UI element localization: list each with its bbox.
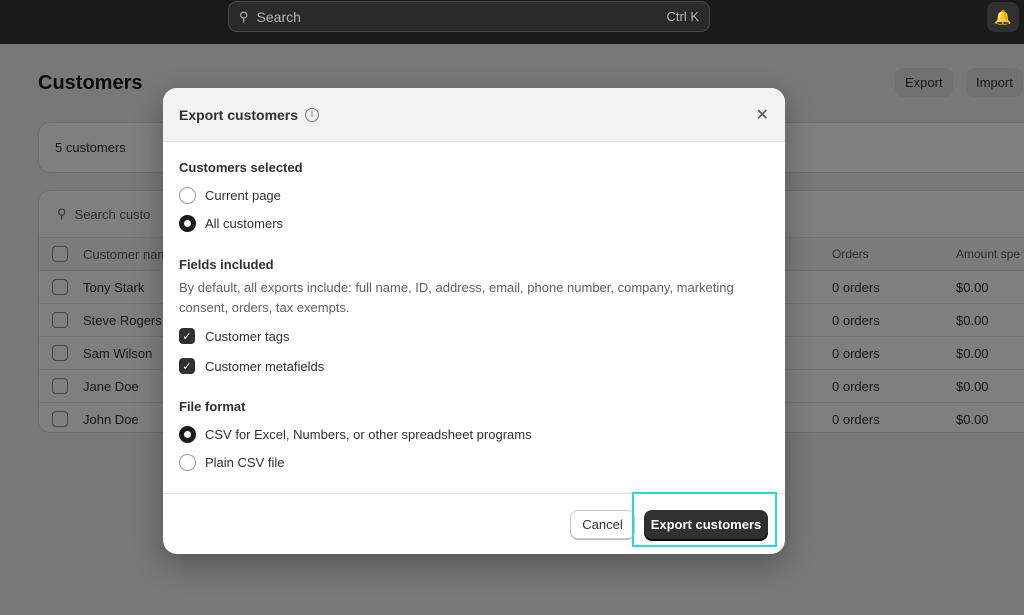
file-format-heading: File format	[179, 399, 246, 414]
bell-icon[interactable]: 🔔	[987, 2, 1019, 32]
radio-selected-icon[interactable]	[179, 426, 196, 443]
customers-selected-heading: Customers selected	[179, 160, 303, 175]
radio-label: All customers	[205, 216, 284, 231]
info-icon[interactable]: i	[305, 107, 320, 122]
checkbox-label: Customer metafields	[205, 358, 325, 374]
checkmark-icon[interactable]: ✓	[179, 328, 195, 344]
dialog-title: Export customers	[179, 106, 299, 123]
highlight-box	[632, 492, 777, 547]
cancel-button[interactable]: Cancel	[570, 510, 635, 539]
search-placeholder: Search	[256, 8, 301, 25]
fields-description: By default, all exports include: full na…	[179, 280, 734, 315]
global-search[interactable]: ⚲ Search Ctrl K	[228, 1, 710, 32]
radio-current-page[interactable]: Current page	[179, 187, 281, 204]
radio-icon[interactable]	[179, 454, 196, 471]
search-icon: ⚲	[239, 8, 249, 24]
close-icon[interactable]: ✕	[756, 105, 769, 125]
radio-all-customers[interactable]: All customers	[179, 215, 283, 232]
radio-label: CSV for Excel, Numbers, or other spreads…	[205, 427, 532, 442]
dialog-header: Export customers i ✕	[163, 88, 785, 142]
radio-label: Current page	[205, 188, 281, 203]
radio-plain-csv[interactable]: Plain CSV file	[179, 454, 284, 471]
radio-csv-excel[interactable]: CSV for Excel, Numbers, or other spreads…	[179, 426, 532, 443]
checkbox-customer-metafields[interactable]: ✓ Customer metafields	[179, 358, 324, 374]
checkbox-label: Customer tags	[205, 328, 290, 344]
radio-selected-icon[interactable]	[179, 215, 196, 232]
radio-label: Plain CSV file	[205, 455, 285, 470]
checkmark-icon[interactable]: ✓	[179, 358, 195, 374]
export-dialog: Export customers i ✕ Customers selected …	[163, 88, 785, 554]
checkbox-customer-tags[interactable]: ✓ Customer tags	[179, 328, 290, 344]
top-bar: ⚲ Search Ctrl K 🔔	[0, 0, 1024, 44]
radio-icon[interactable]	[179, 187, 196, 204]
fields-included-heading: Fields included	[179, 257, 274, 272]
search-shortcut: Ctrl K	[666, 9, 700, 24]
